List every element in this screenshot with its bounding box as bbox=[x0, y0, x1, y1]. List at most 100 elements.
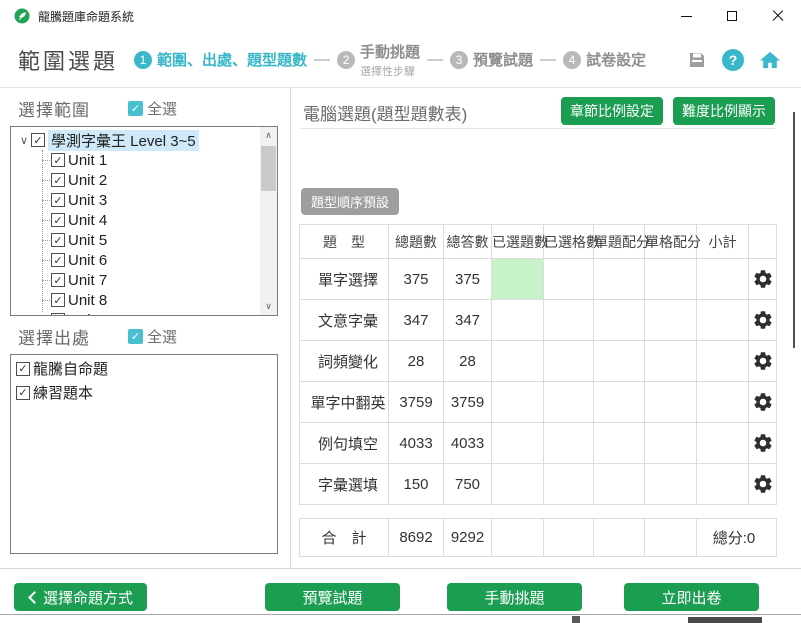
window-controls bbox=[663, 0, 801, 32]
points-per-blank-input[interactable] bbox=[645, 382, 697, 423]
points-per-question-input[interactable] bbox=[594, 341, 645, 382]
points-per-blank-input[interactable] bbox=[645, 259, 697, 300]
preview-button-label: 預覽試題 bbox=[302, 587, 362, 608]
tree-item-unit-5[interactable]: ✓Unit 5 bbox=[11, 230, 260, 250]
main-title: 電腦選題(題型題數表) bbox=[303, 100, 467, 125]
selected-questions-input[interactable] bbox=[492, 464, 544, 505]
question-order-default-button[interactable]: 題型順序預設 bbox=[301, 188, 399, 215]
check-icon: ✓ bbox=[53, 254, 62, 267]
row-settings-button[interactable] bbox=[749, 259, 777, 300]
tree-item-unit-2[interactable]: ✓Unit 2 bbox=[11, 170, 260, 190]
tree-root-item[interactable]: ∨ ✓ 學測字彙王 Level 3~5 bbox=[11, 130, 260, 150]
manual-pick-button[interactable]: 手動挑題 bbox=[447, 583, 582, 611]
checked-checkbox-icon[interactable]: ✓ bbox=[51, 153, 65, 167]
points-per-question-input[interactable] bbox=[594, 382, 645, 423]
checked-checkbox-icon[interactable]: ✓ bbox=[51, 213, 65, 227]
selected-questions-input[interactable] bbox=[492, 341, 544, 382]
step-4-paper-settings[interactable]: 4 試卷設定 bbox=[563, 49, 646, 70]
checked-checkbox-icon[interactable]: ✓ bbox=[51, 173, 65, 187]
col-header-total-answers: 總答數 bbox=[444, 225, 492, 259]
check-icon: ✓ bbox=[53, 174, 62, 187]
step-2-manual-pick[interactable]: 2 手動挑題 選擇性步驟 bbox=[337, 41, 420, 79]
generate-paper-button[interactable]: 立即出卷 bbox=[624, 583, 759, 611]
checked-checkbox-icon[interactable]: ✓ bbox=[51, 293, 65, 307]
points-per-question-input[interactable] bbox=[594, 464, 645, 505]
question-type-cell: 字彙選填 bbox=[300, 464, 389, 505]
tree-item-unit-4[interactable]: ✓Unit 4 bbox=[11, 210, 260, 230]
minimize-button[interactable] bbox=[663, 0, 709, 32]
chapter-ratio-button[interactable]: 章節比例設定 bbox=[561, 97, 663, 125]
points-per-blank-input[interactable] bbox=[645, 423, 697, 464]
back-to-method-button[interactable]: 選擇命題方式 bbox=[14, 583, 147, 611]
points-per-question-input[interactable] bbox=[594, 259, 645, 300]
expander-down-icon[interactable]: ∨ bbox=[17, 134, 31, 147]
checked-checkbox-icon[interactable]: ✓ bbox=[16, 386, 30, 400]
checked-checkbox-icon[interactable]: ✓ bbox=[51, 253, 65, 267]
step-1-range[interactable]: 1 範圍、出處、題型題數 bbox=[134, 49, 307, 70]
row-settings-button[interactable] bbox=[749, 423, 777, 464]
points-per-question-input[interactable] bbox=[594, 423, 645, 464]
source-item-longteng[interactable]: ✓ 龍騰自命題 bbox=[11, 358, 277, 379]
tree-scrollbar[interactable]: ∧ ∨ bbox=[260, 127, 277, 315]
step-3-preview[interactable]: 3 預覽試題 bbox=[450, 49, 533, 70]
selected-blanks-input[interactable] bbox=[544, 464, 594, 505]
tree-item-unit-1[interactable]: ✓Unit 1 bbox=[11, 150, 260, 170]
tree-item-unit-8[interactable]: ✓Unit 8 bbox=[11, 290, 260, 310]
points-per-blank-input[interactable] bbox=[645, 300, 697, 341]
tree-item-unit-3[interactable]: ✓Unit 3 bbox=[11, 190, 260, 210]
scrollbar-thumb[interactable] bbox=[261, 146, 276, 191]
home-button[interactable] bbox=[759, 50, 781, 70]
points-per-blank-input[interactable] bbox=[645, 464, 697, 505]
checked-checkbox-icon[interactable]: ✓ bbox=[31, 133, 45, 147]
maximize-button[interactable] bbox=[709, 0, 755, 32]
selected-blanks-input[interactable] bbox=[544, 382, 594, 423]
row-settings-button[interactable] bbox=[749, 464, 777, 505]
row-settings-button[interactable] bbox=[749, 382, 777, 423]
row-settings-button[interactable] bbox=[749, 341, 777, 382]
checked-checkbox-icon[interactable]: ✓ bbox=[51, 233, 65, 247]
help-button[interactable]: ? bbox=[722, 49, 744, 71]
points-per-question-input[interactable] bbox=[594, 300, 645, 341]
preview-questions-button[interactable]: 預覽試題 bbox=[265, 583, 400, 611]
selected-questions-input[interactable] bbox=[492, 259, 544, 300]
scroll-down-icon[interactable]: ∨ bbox=[260, 298, 277, 315]
total-answers-cell: 28 bbox=[444, 341, 492, 382]
row-settings-button[interactable] bbox=[749, 300, 777, 341]
save-button[interactable] bbox=[687, 50, 707, 70]
gear-icon bbox=[752, 432, 774, 454]
tree-item-unit-9[interactable]: ✓Unit 9 bbox=[11, 310, 260, 315]
total-answers-cell: 347 bbox=[444, 300, 492, 341]
minimize-icon bbox=[681, 16, 692, 17]
tree-item-unit-7[interactable]: ✓Unit 7 bbox=[11, 270, 260, 290]
col-header-selected-blanks: 已選格數 bbox=[544, 225, 594, 259]
sidebar: 選擇範圍 ✓ 全選 ∨ ✓ 學測字彙王 Level 3~5 ✓Unit 1 ✓U… bbox=[0, 88, 290, 568]
checked-checkbox-icon[interactable]: ✓ bbox=[51, 313, 65, 315]
checked-checkbox-icon[interactable]: ✓ bbox=[16, 362, 30, 376]
empty-cell bbox=[645, 519, 697, 557]
source-item-workbook[interactable]: ✓ 練習題本 bbox=[11, 382, 277, 403]
close-button[interactable] bbox=[755, 0, 801, 32]
checked-checkbox-icon[interactable]: ✓ bbox=[51, 193, 65, 207]
selected-blanks-input[interactable] bbox=[544, 300, 594, 341]
selected-questions-input[interactable] bbox=[492, 382, 544, 423]
checked-checkbox-icon[interactable]: ✓ bbox=[51, 273, 65, 287]
total-questions-cell: 347 bbox=[389, 300, 444, 341]
selected-blanks-input[interactable] bbox=[544, 341, 594, 382]
table-row: 字彙選填 150 750 bbox=[300, 464, 777, 505]
maximize-icon bbox=[727, 11, 737, 21]
selected-questions-input[interactable] bbox=[492, 300, 544, 341]
selected-questions-input[interactable] bbox=[492, 423, 544, 464]
tree-item-unit-6[interactable]: ✓Unit 6 bbox=[11, 250, 260, 270]
table-row: 單字選擇 375 375 bbox=[300, 259, 777, 300]
range-select-all-checkbox[interactable]: ✓ 全選 bbox=[128, 98, 177, 119]
main-scrollbar[interactable] bbox=[793, 112, 795, 348]
selected-blanks-input[interactable] bbox=[544, 259, 594, 300]
difficulty-ratio-button[interactable]: 難度比例顯示 bbox=[673, 97, 775, 125]
points-per-blank-input[interactable] bbox=[645, 341, 697, 382]
home-icon bbox=[759, 50, 781, 70]
check-icon: ✓ bbox=[53, 294, 62, 307]
chevron-left-icon bbox=[28, 593, 36, 601]
scroll-up-icon[interactable]: ∧ bbox=[260, 127, 277, 144]
selected-blanks-input[interactable] bbox=[544, 423, 594, 464]
source-select-all-checkbox[interactable]: ✓ 全選 bbox=[128, 326, 177, 347]
